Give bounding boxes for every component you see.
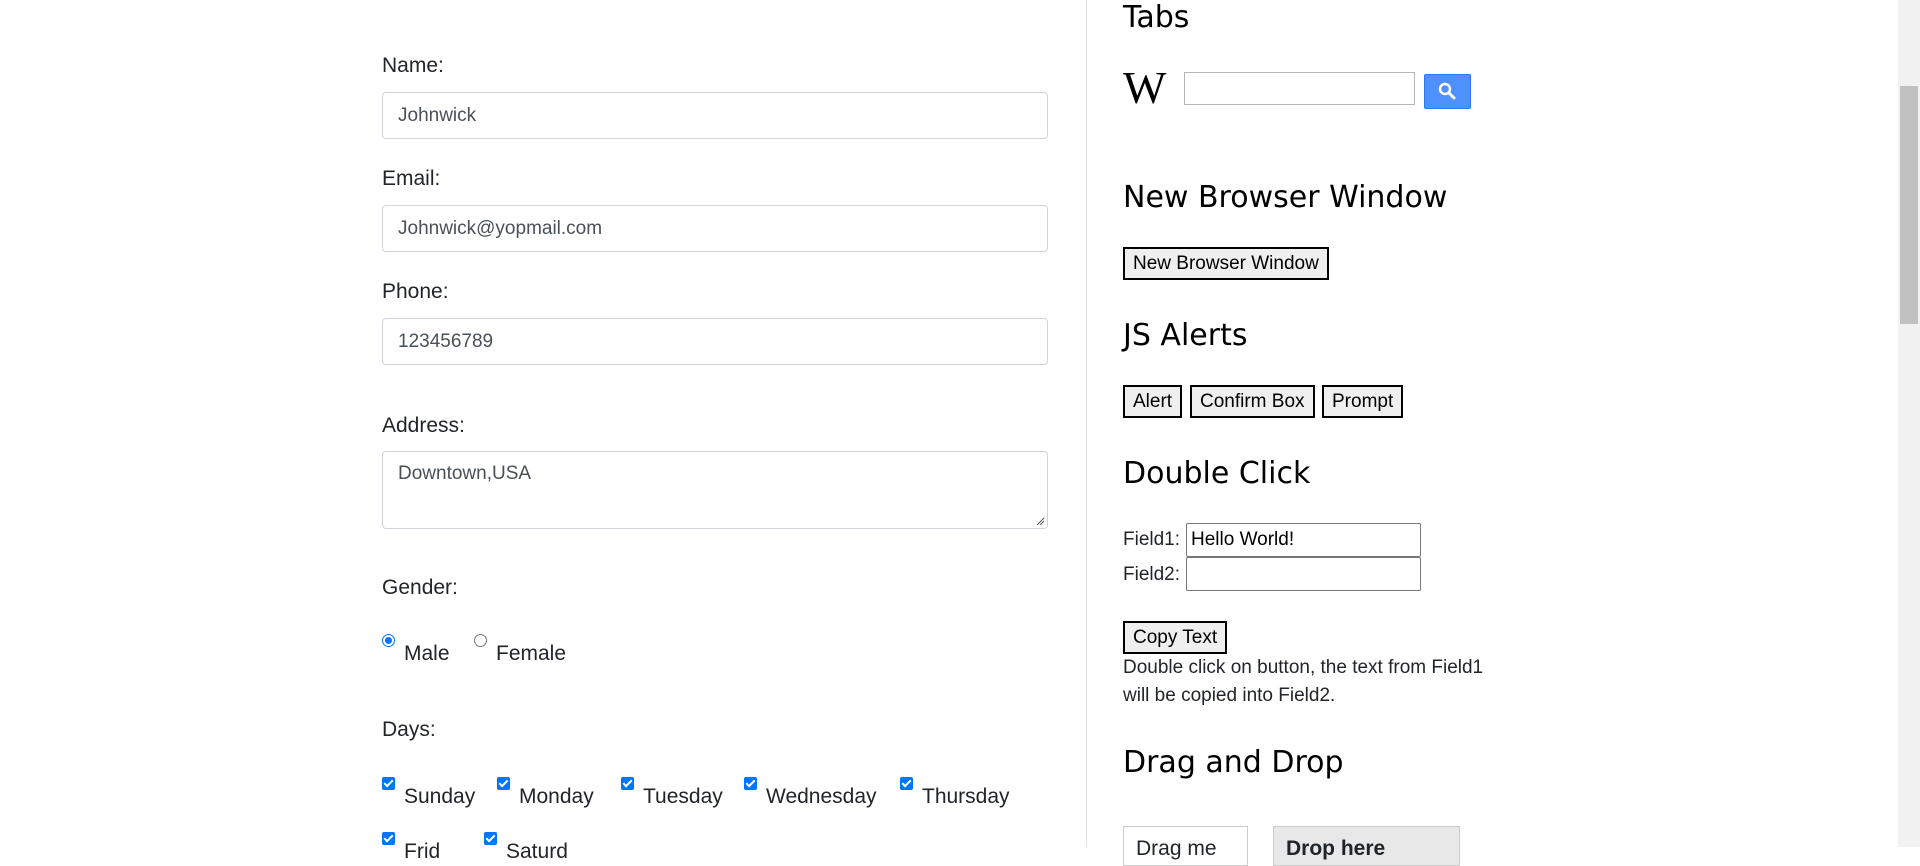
tuesday-checkbox[interactable] <box>621 777 634 790</box>
field2-input[interactable] <box>1186 557 1421 591</box>
droppable-box[interactable]: Drop here <box>1273 826 1460 866</box>
address-label: Address: <box>382 414 465 437</box>
monday-checkbox[interactable] <box>497 777 510 790</box>
field1-label: Field1: <box>1123 529 1181 550</box>
copy-text-button[interactable]: Copy Text <box>1123 621 1228 654</box>
email-input[interactable]: Johnwick@yopmail.com <box>382 205 1048 252</box>
double-click-heading: Double Click <box>1123 456 1311 491</box>
field2-label: Field2: <box>1123 564 1181 585</box>
gender-female-label[interactable]: Female <box>496 642 566 666</box>
page: Name: Johnwick Email: Johnwick@yopmail.c… <box>0 0 1898 866</box>
email-label: Email: <box>382 167 441 190</box>
new-browser-window-button[interactable]: New Browser Window <box>1123 247 1329 280</box>
scrollbar-thumb[interactable] <box>1900 86 1918 324</box>
double-click-instructions: Double click on button, the text from Fi… <box>1123 654 1543 710</box>
friday-checkbox[interactable] <box>382 832 395 845</box>
js-alerts-heading: JS Alerts <box>1123 318 1248 353</box>
days-label: Days: <box>382 718 436 741</box>
search-icon <box>1438 82 1456 100</box>
instructions-line-1: Double click on button, the text from Fi… <box>1123 657 1484 678</box>
alert-button[interactable]: Alert <box>1123 385 1183 418</box>
sunday-checkbox[interactable] <box>382 777 395 790</box>
address-text: Downtown,USA <box>398 463 532 484</box>
column-divider <box>1086 0 1087 847</box>
wikipedia-search-input[interactable] <box>1184 72 1415 105</box>
wikipedia-logo-icon: W <box>1123 62 1166 113</box>
saturday-label[interactable]: Saturd <box>506 840 568 864</box>
vertical-scrollbar[interactable] <box>1898 0 1920 847</box>
thursday-checkbox[interactable] <box>900 777 913 790</box>
gender-male-radio[interactable] <box>382 634 395 647</box>
confirm-box-button[interactable]: Confirm Box <box>1190 385 1315 418</box>
saturday-checkbox[interactable] <box>484 832 497 845</box>
wednesday-label[interactable]: Wednesday <box>766 785 877 809</box>
gender-male-label[interactable]: Male <box>404 642 450 666</box>
gender-female-radio[interactable] <box>474 634 487 647</box>
draggable-box[interactable]: Drag me to <box>1123 826 1248 866</box>
monday-label[interactable]: Monday <box>519 785 594 809</box>
tuesday-label[interactable]: Tuesday <box>643 785 723 809</box>
name-label: Name: <box>382 54 444 77</box>
phone-label: Phone: <box>382 280 449 303</box>
sunday-label[interactable]: Sunday <box>404 785 475 809</box>
gender-label: Gender: <box>382 576 458 599</box>
field1-input[interactable]: Hello World! <box>1186 523 1421 557</box>
drag-and-drop-heading: Drag and Drop <box>1123 745 1344 780</box>
wednesday-checkbox[interactable] <box>744 777 757 790</box>
address-textarea[interactable]: Downtown,USA <box>382 451 1048 529</box>
instructions-line-2: will be copied into Field2. <box>1123 685 1336 706</box>
tabs-heading: Tabs <box>1123 0 1190 35</box>
name-input[interactable]: Johnwick <box>382 92 1048 139</box>
resize-grip-icon[interactable] <box>1035 516 1045 526</box>
prompt-button[interactable]: Prompt <box>1322 385 1404 418</box>
gender-radio-group: Male Female <box>382 632 882 672</box>
friday-label[interactable]: Frid <box>404 840 440 864</box>
phone-input[interactable]: 123456789 <box>382 318 1048 365</box>
wikipedia-search-button[interactable] <box>1424 74 1471 109</box>
thursday-label[interactable]: Thursday <box>922 785 1010 809</box>
new-browser-window-heading: New Browser Window <box>1123 180 1448 215</box>
